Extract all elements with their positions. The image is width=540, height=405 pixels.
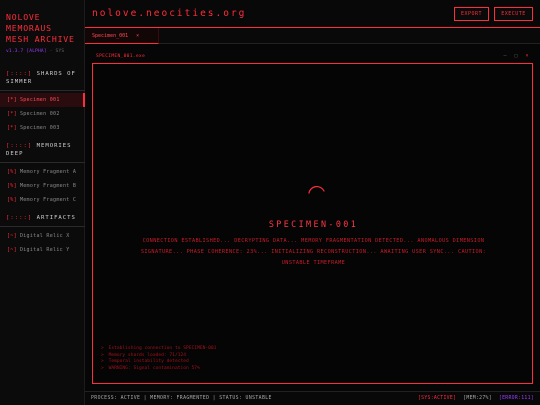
- item-marker: [~]: [7, 247, 17, 253]
- sidebar-item-specimen-003[interactable]: [*] Specimen 003: [0, 121, 85, 135]
- item-marker: [*]: [7, 111, 17, 117]
- version-channel: [ALPHA]: [26, 49, 47, 54]
- sidebar-item-label: Specimen 003: [19, 125, 60, 131]
- sidebar-item-label: Memory Fragment B: [19, 183, 77, 189]
- brand-title-line3: MESH ARCHIVE: [6, 34, 75, 44]
- item-marker: [%]: [7, 183, 17, 189]
- log-prompt: >: [101, 352, 104, 358]
- item-marker: [*]: [7, 97, 17, 103]
- site-title: nolove.neocities.org: [92, 8, 247, 19]
- section-bracket: [::::]: [6, 143, 33, 149]
- version-sys: SYS: [55, 49, 65, 54]
- top-header: nolove.neocities.org EXPORT EXECUTE: [85, 0, 540, 28]
- loading-spinner-icon: [308, 185, 325, 194]
- item-marker: [~]: [7, 233, 17, 239]
- status-bar: PROCESS: ACTIVE | MEMORY: FRAGMENTED | S…: [85, 391, 540, 405]
- sidebar-item-memory-b[interactable]: [%] Memory Fragment B: [0, 179, 85, 193]
- item-marker: [%]: [7, 169, 17, 175]
- brand-title-line1: NOLOVE: [6, 12, 41, 22]
- section-title: [::::] SHARDS OF SIMMER: [0, 70, 85, 86]
- log-line: > WARNING: Signal contamination 57%: [101, 366, 216, 373]
- specimen-viewer-panel: SPECIMEN-001 CONNECTION ESTABLISHED... D…: [92, 63, 533, 384]
- sidebar: NOLOVE MEMORAUS MESH ARCHIVE v1.3.7 [ALP…: [0, 0, 85, 405]
- log-text: Memory shards loaded: 71/124: [108, 352, 187, 358]
- sidebar-item-label: Digital Relic X: [19, 233, 70, 239]
- sidebar-item-relic-x[interactable]: [~] Digital Relic X: [0, 229, 85, 243]
- section-artifacts: [::::] ARTIFACTS [~] Digital Relic X [~]…: [0, 214, 85, 257]
- window-controls: – □ ×: [502, 53, 530, 59]
- tab-bar: Specimen_001 ×: [85, 28, 540, 44]
- log-prompt: >: [101, 365, 104, 371]
- tab-close-icon[interactable]: ×: [136, 33, 139, 39]
- status-message: CONNECTION ESTABLISHED... DECRYPTING DAT…: [140, 238, 487, 266]
- section-label: ARTIFACTS: [36, 215, 76, 221]
- section-title: [::::] MEMORIES DEEP: [0, 142, 85, 158]
- section-bracket: [::::]: [6, 71, 33, 77]
- sidebar-item-memory-c[interactable]: [%] Memory Fragment C: [0, 193, 85, 207]
- error-indicator: [ERROR:111]: [498, 396, 534, 401]
- sidebar-item-relic-y[interactable]: [~] Digital Relic Y: [0, 243, 85, 257]
- tab-specimen-001[interactable]: Specimen_001 ×: [85, 28, 159, 44]
- export-button[interactable]: EXPORT: [454, 7, 489, 21]
- minimize-icon[interactable]: –: [502, 53, 508, 59]
- sidebar-item-label: Digital Relic Y: [19, 247, 70, 253]
- section-title: [::::] ARTIFACTS: [0, 214, 85, 222]
- item-marker: [*]: [7, 125, 17, 131]
- section-divider: [0, 90, 85, 91]
- sidebar-item-specimen-001[interactable]: [*] Specimen 001: [0, 93, 85, 107]
- sidebar-item-memory-a[interactable]: [%] Memory Fragment A: [0, 165, 85, 179]
- process-status: PROCESS: ACTIVE | MEMORY: FRAGMENTED | S…: [91, 396, 272, 401]
- log-text: Establishing connection to SPECIMEN-001: [108, 346, 217, 351]
- maximize-icon[interactable]: □: [513, 53, 519, 59]
- section-memories: [::::] MEMORIES DEEP [%] Memory Fragment…: [0, 142, 85, 207]
- log-prompt: >: [101, 359, 104, 364]
- sidebar-item-label: Memory Fragment A: [19, 169, 77, 175]
- sys-indicator: [SYS:ACTIVE]: [417, 396, 457, 401]
- section-divider: [0, 162, 85, 163]
- version-separator: ·: [49, 49, 53, 54]
- sidebar-item-label: Memory Fragment C: [19, 197, 77, 203]
- log-text: Temporal instability detected: [108, 359, 189, 364]
- section-divider: [0, 226, 85, 227]
- close-icon[interactable]: ×: [524, 53, 530, 59]
- sidebar-item-label: Specimen 002: [19, 111, 60, 117]
- brand: NOLOVE MEMORAUS MESH ARCHIVE v1.3.7 [ALP…: [6, 12, 84, 54]
- sidebar-item-specimen-002[interactable]: [*] Specimen 002: [0, 107, 85, 121]
- execute-button[interactable]: EXECUTE: [494, 7, 533, 21]
- brand-version: v1.3.7 [ALPHA] · SYS: [6, 49, 84, 54]
- section-bracket: [::::]: [6, 215, 33, 221]
- mem-indicator: [MEM:27%]: [463, 396, 492, 401]
- brand-title-line2: MEMORAUS: [6, 23, 52, 33]
- section-shards: [::::] SHARDS OF SIMMER [*] Specimen 001…: [0, 70, 85, 135]
- tab-label: Specimen_001: [92, 32, 129, 39]
- status-indicators: [SYS:ACTIVE] [MEM:27%] [ERROR:111]: [418, 396, 534, 401]
- sidebar-item-label: Specimen 001: [19, 97, 60, 103]
- version-number: v1.3.7: [6, 49, 24, 54]
- log-prompt: >: [101, 346, 104, 351]
- console-log: > Establishing connection to SPECIMEN-00…: [101, 346, 216, 372]
- item-marker: [%]: [7, 197, 17, 203]
- log-text: WARNING: Signal contamination 57%: [108, 365, 200, 371]
- specimen-name: SPECIMEN-001: [268, 219, 359, 229]
- panel-title: SPECIMEN_001.exe: [96, 54, 146, 59]
